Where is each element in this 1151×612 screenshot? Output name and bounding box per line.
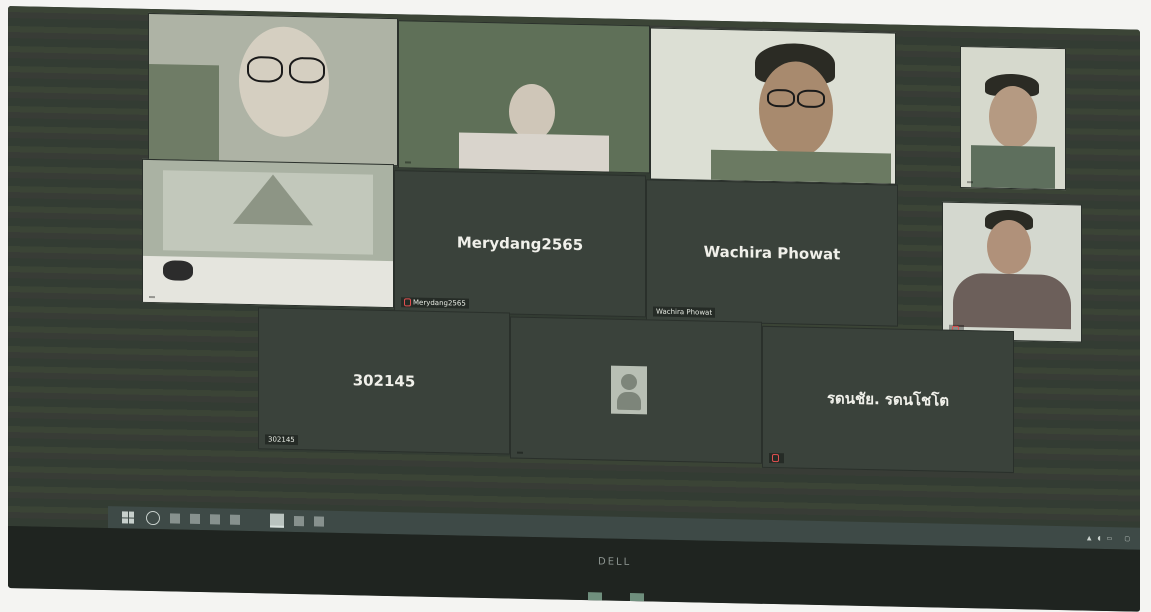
participant-name-tag: Wachira Phowat xyxy=(653,306,716,318)
chrome-icon[interactable] xyxy=(294,515,304,527)
explorer-icon[interactable] xyxy=(210,514,220,525)
participant-tile-audio[interactable]: รดนชัย. รดนโชโต xyxy=(762,325,1014,474)
dell-logo: DELL xyxy=(598,556,632,569)
system-tray[interactable]: ▲ ◖ ▭ ▢ xyxy=(1087,534,1130,542)
participant-tile-video[interactable] xyxy=(142,158,394,309)
participant-name-tag xyxy=(405,161,411,164)
participant-tile-audio[interactable]: Wachira Phowat Wachira Phowat xyxy=(646,179,898,327)
start-icon[interactable] xyxy=(122,511,134,524)
network-icon[interactable]: ▲ xyxy=(1087,534,1092,541)
monitor-stand xyxy=(630,593,644,604)
participant-name-tag xyxy=(149,295,155,299)
participant-name-tag: 302145 xyxy=(265,434,298,446)
participant-tile-video[interactable] xyxy=(650,27,896,185)
participant-display-name: 302145 xyxy=(352,371,416,391)
task-view-icon[interactable] xyxy=(170,513,180,524)
participant-name-tag xyxy=(967,181,973,184)
muted-mic-icon xyxy=(404,298,411,307)
participant-tile-audio[interactable]: Merydang2565 Merydang2565 xyxy=(394,170,646,318)
participant-display-name: รดนชัย. รดนโชโต xyxy=(826,389,950,410)
participant-tile-audio[interactable]: 302145 302145 xyxy=(258,307,510,455)
monitor-stand xyxy=(588,592,602,603)
word-icon[interactable] xyxy=(314,516,324,527)
store-icon[interactable] xyxy=(230,514,240,525)
participant-name-tag xyxy=(769,452,784,464)
muted-mic-icon xyxy=(772,454,779,463)
notification-icon[interactable]: ▢ xyxy=(1124,535,1130,542)
search-icon[interactable] xyxy=(146,510,160,526)
meeting-screen: Merydang2565 Merydang2565 Wachira Phowat… xyxy=(8,6,1140,550)
zoom-icon[interactable] xyxy=(270,513,284,528)
participant-tile-avatar[interactable] xyxy=(510,316,762,464)
volume-icon[interactable]: ◖ xyxy=(1097,534,1100,541)
monitor-photo: Merydang2565 Merydang2565 Wachira Phowat… xyxy=(8,6,1140,612)
participant-tile-video[interactable] xyxy=(148,12,398,167)
participant-display-name: Wachira Phowat xyxy=(703,242,841,264)
battery-icon[interactable]: ▭ xyxy=(1107,535,1113,542)
avatar xyxy=(611,365,647,415)
participant-name-tag: Merydang2565 xyxy=(401,297,469,309)
edge-icon[interactable] xyxy=(190,513,200,525)
participant-tile-video[interactable] xyxy=(960,45,1066,191)
participant-name-tag xyxy=(517,451,523,454)
participant-tile-video[interactable] xyxy=(942,201,1082,343)
participant-display-name: Merydang2565 xyxy=(456,233,584,255)
participant-tile-video[interactable] xyxy=(398,20,650,174)
